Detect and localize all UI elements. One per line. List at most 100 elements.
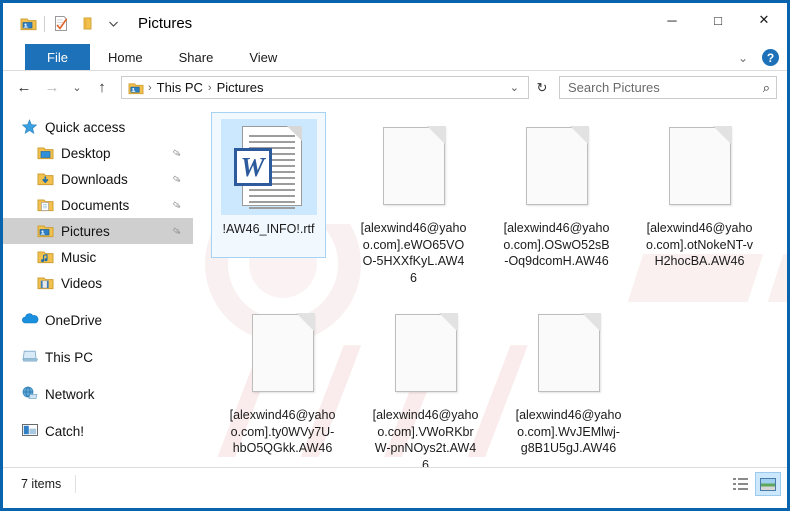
file-name: [alexwind46@yahoo.com].otNokeNT-vH2hocBA…: [646, 220, 754, 270]
title-bar: Pictures ─ □ ✕: [3, 3, 787, 44]
sidebar-gap-4: [3, 407, 193, 418]
pictures-folder-icon[interactable]: [15, 11, 41, 37]
file-name: [alexwind46@yahoo.com].WvJEMlwj-g8B1U5gJ…: [515, 407, 623, 457]
pin-icon[interactable]: ✑: [169, 145, 184, 161]
breadcrumb-dropdown-icon[interactable]: ⌄: [505, 81, 524, 94]
file-name: [alexwind46@yahoo.com].OSwO52sB-Oq9dcomH…: [503, 220, 611, 270]
sidebar-label-downloads: Downloads: [61, 172, 128, 187]
file-name: [alexwind46@yahoo.com].ty0WVy7U-hbO5QGkk…: [229, 407, 337, 457]
new-folder-icon[interactable]: [74, 11, 100, 37]
sidebar-gap-1: [3, 296, 193, 307]
icon-wrap: [652, 118, 748, 214]
file-item[interactable]: [alexwind46@yahoo.com].ty0WVy7U-hbO5QGkk…: [211, 299, 354, 467]
tab-home[interactable]: Home: [90, 44, 161, 70]
sidebar-item-network[interactable]: Network: [3, 381, 193, 407]
minimize-button[interactable]: ─: [649, 3, 695, 37]
address-bar: ← → ⌄ ↑ › This PC › Pictures ⌄ ↻ ⌕: [3, 71, 787, 104]
breadcrumb-separator-1: ›: [146, 82, 154, 94]
large-icons-view-button[interactable]: [755, 472, 781, 496]
search-box[interactable]: ⌕: [559, 76, 777, 99]
large-icons-view-icon: [760, 478, 776, 491]
item-count: 7 items: [21, 477, 61, 491]
sidebar-gap-3: [3, 370, 193, 381]
file-list-pane[interactable]: / / / /: [193, 104, 787, 467]
file-item[interactable]: W !AW46_INFO!.rtf: [211, 112, 326, 258]
sidebar-label-network: Network: [45, 387, 95, 402]
sidebar-item-documents[interactable]: Documents ✑: [3, 192, 193, 218]
quick-access-toolbar: [15, 11, 126, 37]
network-icon: [21, 386, 38, 402]
search-input[interactable]: [568, 80, 763, 95]
sidebar-label-music: Music: [61, 250, 96, 265]
file-item[interactable]: [alexwind46@yahoo.com].otNokeNT-vH2hocBA…: [628, 112, 771, 299]
breadcrumb-folder-icon: [128, 81, 146, 95]
file-item[interactable]: [alexwind46@yahoo.com].eWO65VOO-5HXXfKyL…: [342, 112, 485, 299]
sidebar-item-desktop[interactable]: Desktop ✑: [3, 140, 193, 166]
window-title: Pictures: [138, 15, 192, 32]
blank-file-icon: [252, 314, 314, 392]
file-item[interactable]: [alexwind46@yahoo.com].WvJEMlwj-g8B1U5gJ…: [497, 299, 640, 467]
file-name: [alexwind46@yahoo.com].VWoRKbrW-pnNOys2t…: [372, 407, 480, 467]
view-mode-buttons: [727, 472, 781, 496]
sidebar-label-onedrive: OneDrive: [45, 313, 102, 328]
sidebar-item-downloads[interactable]: Downloads ✑: [3, 166, 193, 192]
help-icon[interactable]: ?: [762, 49, 779, 66]
ribbon-tab-bar: File Home Share View ⌄ ?: [3, 44, 787, 71]
icon-wrap: [366, 118, 462, 214]
back-button[interactable]: ←: [11, 75, 37, 101]
sidebar-item-pictures[interactable]: Pictures ✑: [3, 218, 193, 244]
icon-wrap: [509, 118, 605, 214]
search-icon[interactable]: ⌕: [763, 80, 770, 96]
pictures-folder-icon: [37, 223, 54, 239]
close-button[interactable]: ✕: [741, 3, 787, 37]
breadcrumb-separator-2: ›: [206, 82, 214, 94]
file-item[interactable]: [alexwind46@yahoo.com].VWoRKbrW-pnNOys2t…: [354, 299, 497, 467]
chevron-down-icon[interactable]: ⌄: [732, 51, 754, 65]
refresh-icon[interactable]: ↻: [531, 76, 553, 99]
pin-icon[interactable]: ✑: [169, 223, 184, 239]
up-button[interactable]: ↑: [89, 75, 115, 101]
window-controls: ─ □ ✕: [649, 3, 787, 37]
pin-icon[interactable]: ✑: [169, 171, 184, 187]
breadcrumb-item-this-pc[interactable]: This PC: [154, 80, 206, 95]
recent-locations-button[interactable]: ⌄: [67, 75, 87, 101]
sidebar-label-catch: Catch!: [45, 424, 84, 439]
icon-wrap: [378, 305, 474, 401]
forward-button[interactable]: →: [39, 75, 65, 101]
sidebar-item-quick-access[interactable]: Quick access: [3, 114, 193, 140]
blank-file-icon: [526, 127, 588, 205]
explorer-body: Quick access Desktop ✑: [3, 104, 787, 467]
file-name: [alexwind46@yahoo.com].eWO65VOO-5HXXfKyL…: [360, 220, 468, 286]
rtf-document-icon: W: [234, 126, 304, 208]
sidebar-label-this-pc: This PC: [45, 350, 93, 365]
tab-view[interactable]: View: [231, 44, 295, 70]
documents-folder-icon: [37, 197, 54, 213]
videos-folder-icon: [37, 275, 54, 291]
sidebar-label-quick-access: Quick access: [45, 120, 125, 135]
properties-icon[interactable]: [48, 11, 74, 37]
catch-icon: [21, 423, 38, 439]
sidebar-item-videos[interactable]: Videos: [3, 270, 193, 296]
sidebar-item-onedrive[interactable]: OneDrive: [3, 307, 193, 333]
tab-file[interactable]: File: [25, 44, 90, 70]
breadcrumb[interactable]: › This PC › Pictures ⌄: [121, 76, 529, 99]
sidebar-item-this-pc[interactable]: This PC: [3, 344, 193, 370]
details-view-icon: [733, 478, 748, 490]
ribbon-right-controls: ⌄ ?: [732, 44, 779, 71]
customize-dropdown-icon[interactable]: [100, 11, 126, 37]
details-view-button[interactable]: [727, 472, 753, 496]
sidebar-item-music[interactable]: Music: [3, 244, 193, 270]
blank-file-icon: [669, 127, 731, 205]
music-folder-icon: [37, 249, 54, 265]
tab-share[interactable]: Share: [161, 44, 232, 70]
sidebar-label-documents: Documents: [61, 198, 129, 213]
sidebar-item-catch[interactable]: Catch!: [3, 418, 193, 444]
sidebar-label-videos: Videos: [61, 276, 102, 291]
pin-icon[interactable]: ✑: [169, 197, 184, 213]
breadcrumb-item-pictures[interactable]: Pictures: [214, 80, 267, 95]
downloads-folder-icon: [37, 171, 54, 187]
maximize-button[interactable]: □: [695, 3, 741, 37]
file-item[interactable]: [alexwind46@yahoo.com].OSwO52sB-Oq9dcomH…: [485, 112, 628, 299]
status-separator: [75, 475, 76, 493]
onedrive-cloud-icon: [21, 312, 38, 328]
